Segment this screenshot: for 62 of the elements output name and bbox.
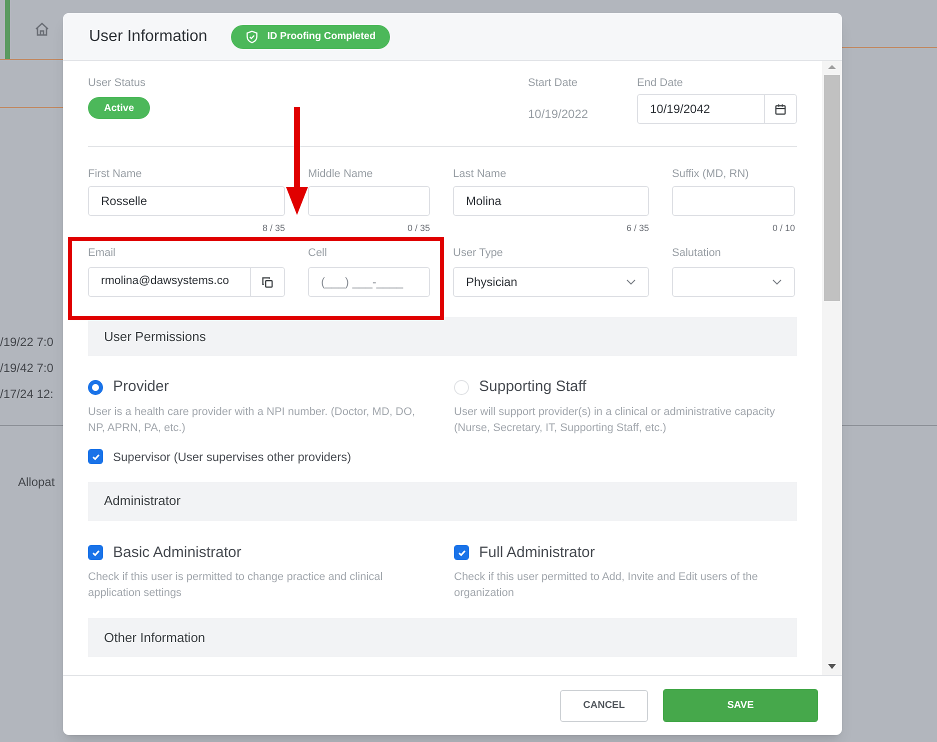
field-label: Salutation: [672, 246, 722, 260]
character-counter: 6 / 35: [626, 223, 649, 234]
field-label: Suffix (MD, RN): [672, 167, 750, 181]
selected-radio-button[interactable]: [88, 380, 103, 395]
field-label: Cell: [308, 246, 328, 260]
option-description: User will support provider(s) in a clinical or administrative capacity (Nurse, Secretary, IT, Supporting Staff, etc.): [454, 404, 776, 436]
copy-icon[interactable]: [261, 276, 274, 288]
option-label: Provider: [113, 377, 169, 397]
checkmark-icon: [90, 548, 100, 558]
calendar-icon[interactable]: [774, 102, 787, 116]
category-text: Allopat: [18, 474, 55, 491]
option-description: Check if this user is permitted to change practice and clinical application settings: [88, 570, 384, 601]
text-field[interactable]: Rosselle: [88, 186, 285, 216]
scrollbar-thumb[interactable]: [824, 75, 840, 301]
field-label: Middle Name: [308, 167, 374, 181]
field-label: Last Name: [453, 167, 508, 181]
status-badge: Active: [88, 97, 150, 119]
phone-field[interactable]: (___) ___-____: [308, 267, 430, 297]
shield-check-icon: [245, 30, 260, 44]
date-text: /19/42 7:0: [0, 360, 54, 377]
character-counter: 0 / 35: [407, 223, 430, 234]
checkbox-label: Supervisor (User supervises other providers): [113, 448, 352, 466]
option-label: Full Administrator: [479, 542, 595, 562]
option-description: User is a health care provider with a NPI number. (Doctor, MD, DO, NP, APRN, PA, etc.): [88, 404, 416, 436]
date-text: /19/22 7:0: [0, 334, 54, 351]
section-header: Other Information: [88, 618, 797, 657]
home-icon[interactable]: [34, 21, 50, 37]
start-date-text: 10/19/2022: [528, 106, 588, 123]
field-label: Start Date: [528, 76, 578, 90]
checkmark-icon: [456, 548, 466, 558]
character-counter: 8 / 35: [262, 223, 285, 234]
option-label: Supporting Staff: [479, 377, 586, 397]
scroll-up-arrow[interactable]: [828, 65, 836, 69]
option-description: Check if this user permitted to Add, Invite and Edit users of the organization: [454, 570, 759, 601]
checked-checkbox[interactable]: [88, 449, 103, 464]
text-field[interactable]: [308, 186, 430, 216]
email-field[interactable]: rmolina@dawsystems.co: [88, 267, 285, 297]
accent-bar: [5, 0, 10, 60]
radio-button[interactable]: [454, 380, 469, 395]
checked-checkbox[interactable]: [454, 545, 469, 560]
cancel-button[interactable]: CANCEL: [560, 690, 648, 722]
section-header: Administrator: [88, 482, 797, 520]
dropdown[interactable]: Physician: [453, 267, 649, 297]
dialog-title: User Information: [89, 26, 208, 46]
chevron-down-icon: [772, 279, 782, 285]
chevron-down-icon: [626, 279, 636, 285]
scroll-down-arrow[interactable]: [828, 664, 836, 669]
text-field[interactable]: Molina: [453, 186, 649, 216]
section-header: User Permissions: [88, 317, 797, 356]
checkmark-icon: [90, 452, 100, 462]
status-badge: ID Proofing Completed: [231, 24, 390, 48]
text-field[interactable]: [672, 186, 795, 216]
field-label: Email: [88, 246, 117, 260]
character-counter: 0 / 10: [772, 223, 795, 234]
date-text: /17/24 12:: [0, 386, 54, 403]
checked-checkbox[interactable]: [88, 545, 103, 560]
option-label: Basic Administrator: [113, 542, 242, 562]
field-label: First Name: [88, 167, 143, 181]
field-label: User Type: [453, 246, 504, 260]
date-field[interactable]: 10/19/2042: [637, 94, 797, 124]
field-label: End Date: [637, 76, 684, 90]
field-label: User Status: [88, 76, 146, 90]
